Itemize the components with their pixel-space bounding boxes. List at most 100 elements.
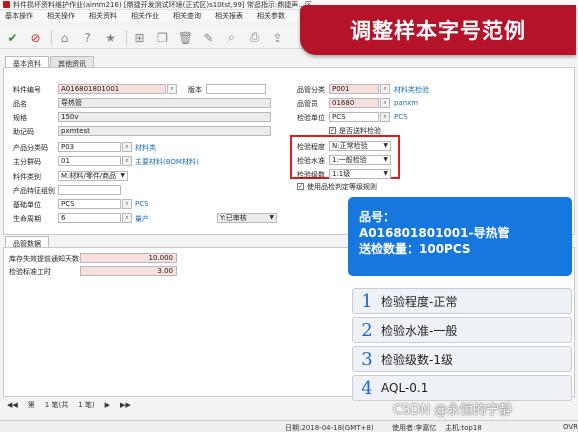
menu-related-params[interactable]: 相关参数: [257, 11, 285, 21]
delete-icon[interactable]: 🗑: [177, 29, 194, 46]
inspect-unit-label: 检验单位: [297, 114, 325, 122]
step-number: 1: [361, 290, 373, 312]
menu-related-data[interactable]: 相关资料: [89, 11, 117, 21]
cancel-icon[interactable]: ⊘: [27, 29, 44, 46]
first-record-button[interactable]: ◀◀: [7, 401, 18, 409]
inspect-grade-label: 检验级数: [297, 171, 325, 179]
life-cycle-field[interactable]: 6: [58, 213, 121, 223]
inspect-grade-value: 1:1级: [332, 170, 351, 178]
next-record-button[interactable]: ▶: [105, 401, 110, 409]
step-text: 检验级数-1级: [381, 352, 453, 367]
chevron-down-icon: ▼: [120, 172, 125, 179]
grid-row-value[interactable]: 10.000: [80, 253, 177, 263]
group-desc: 主要材料(BOM材料): [135, 158, 199, 166]
life-cycle-lookup-icon[interactable]: ⌕: [122, 213, 132, 223]
home-icon[interactable]: ⌂: [56, 29, 73, 46]
life-cycle-label: 生命周期: [13, 215, 41, 223]
item-type-select[interactable]: M:材料/零件/商品 ▼: [58, 171, 128, 181]
life-cycle-desc: 量产: [135, 215, 149, 223]
status-user: 使用者:李嘉忆: [392, 424, 437, 432]
favorite-icon[interactable]: ★: [102, 29, 119, 46]
group-field[interactable]: 01: [58, 156, 121, 166]
inspect-standard-value: 1:一般检验: [332, 156, 367, 164]
status-bar: 日期:2018-04-18(GMT+8) 使用者:李嘉忆 主机:top18 OV…: [0, 420, 578, 432]
group-lookup-icon[interactable]: ⌕: [122, 156, 132, 166]
category-field[interactable]: P03: [58, 142, 121, 152]
name-field[interactable]: 导热管: [58, 98, 271, 108]
qc-category-field[interactable]: P001: [329, 84, 379, 94]
base-unit-label: 基础单位: [13, 201, 41, 209]
chevron-down-icon: ▼: [383, 170, 388, 177]
chevron-down-icon: ▼: [383, 142, 388, 149]
spec-field[interactable]: 150v: [58, 112, 271, 122]
info-card-line: 送检数量：100PCS: [359, 242, 471, 256]
menu-related-ops[interactable]: 相关操作: [47, 11, 75, 21]
mnemonic-field[interactable]: pxmtest: [58, 126, 271, 136]
step-number: 2: [361, 319, 373, 341]
menu-basic-ops[interactable]: 基本操作: [5, 11, 33, 21]
page-label: 第: [27, 401, 35, 409]
qc-staff-lookup-icon[interactable]: ⌕: [380, 98, 390, 108]
category-lookup-icon[interactable]: ⌕: [122, 142, 132, 152]
title-banner: 调整样本字号范例: [300, 5, 576, 55]
qc-staff-label: 品管员: [297, 100, 318, 108]
info-card-line: 品号：: [359, 210, 396, 224]
chevron-down-icon: ▼: [269, 214, 274, 221]
step-item: 1 检验程度-正常: [352, 288, 572, 314]
query-icon[interactable]: ⌕: [223, 29, 240, 46]
new-icon[interactable]: ⊞: [131, 29, 148, 46]
total-records: 1 笔): [78, 401, 95, 409]
base-unit-lookup-icon[interactable]: ⌕: [122, 199, 132, 209]
item-no-field[interactable]: A016801801001: [58, 84, 166, 94]
info-card-line: A016801801001-导热管: [359, 226, 510, 240]
item-type-value: M:材料/零件/商品: [61, 172, 117, 180]
inspect-grade-select[interactable]: 1:1级 ▼: [329, 169, 391, 179]
print-icon[interactable]: ⎙: [246, 29, 263, 46]
inspect-unit-lookup-icon[interactable]: ⌕: [380, 112, 390, 122]
inspect-unit-field[interactable]: PCS: [329, 112, 379, 122]
base-unit-field[interactable]: PCS: [58, 199, 121, 209]
use-rules-checkbox[interactable]: ✓: [297, 183, 304, 190]
toolbar-divider: [126, 30, 127, 45]
inspect-level-select[interactable]: N:正常检验 ▼: [329, 141, 391, 151]
need-inspect-checkbox[interactable]: ✓: [329, 127, 336, 134]
export-icon[interactable]: ⇪: [269, 29, 286, 46]
group-label: 主分群码: [13, 158, 41, 166]
feature-group-field[interactable]: [58, 185, 121, 195]
step-text: AQL-0.1: [381, 381, 429, 395]
menu-related-reports[interactable]: 相关报表: [215, 11, 243, 21]
status-select[interactable]: Y:已审核 ▼: [217, 213, 277, 223]
edit-icon[interactable]: ✎: [200, 29, 217, 46]
version-field[interactable]: [206, 84, 266, 94]
mnemonic-label: 助记码: [13, 128, 34, 136]
qc-staff-field[interactable]: 01680: [329, 98, 379, 108]
item-no-lookup-icon[interactable]: ⌕: [167, 84, 177, 94]
toolbar-divider: [51, 30, 52, 45]
status-value: Y:已审核: [220, 214, 247, 222]
grid-row-value[interactable]: 3.00: [80, 266, 177, 276]
window-title: 料件损坏资料维护作业(aimm216) [鼎捷开发测试环境(正式区)s10tst…: [13, 0, 319, 9]
step-item: 2 检验水准-一般: [352, 317, 572, 343]
category-desc: 材料类: [135, 144, 156, 152]
name-label: 品名: [13, 100, 27, 108]
step-item: 3 检验级数-1级: [352, 346, 572, 372]
confirm-icon[interactable]: ✔: [4, 29, 21, 46]
grid-row-label: 检验标准工时: [9, 268, 51, 276]
category-label: 产品分类码: [13, 144, 48, 152]
step-number: 3: [361, 348, 373, 370]
inspect-level-label: 检验程度: [297, 143, 325, 151]
status-host: 主机:top18: [445, 424, 482, 432]
menu-related-jobs[interactable]: 相关作业: [131, 11, 159, 21]
inspect-unit-desc: PCS: [394, 113, 408, 121]
status-date: 日期:2018-04-18(GMT+8): [285, 424, 374, 432]
last-record-button[interactable]: ▶▶: [120, 401, 131, 409]
help-icon[interactable]: ?: [79, 29, 96, 46]
copy-icon[interactable]: ❐: [154, 29, 171, 46]
inspect-standard-select[interactable]: 1:一般检验 ▼: [329, 155, 391, 165]
menu-related-query[interactable]: 相关查询: [173, 11, 201, 21]
grid-row-label: 库存失效提前通知天数: [9, 255, 79, 263]
base-unit-desc: PCS: [135, 200, 149, 208]
qc-staff-desc: panxm: [394, 99, 419, 107]
qc-category-lookup-icon[interactable]: ⌕: [380, 84, 390, 94]
app-logo-icon: [3, 1, 10, 8]
